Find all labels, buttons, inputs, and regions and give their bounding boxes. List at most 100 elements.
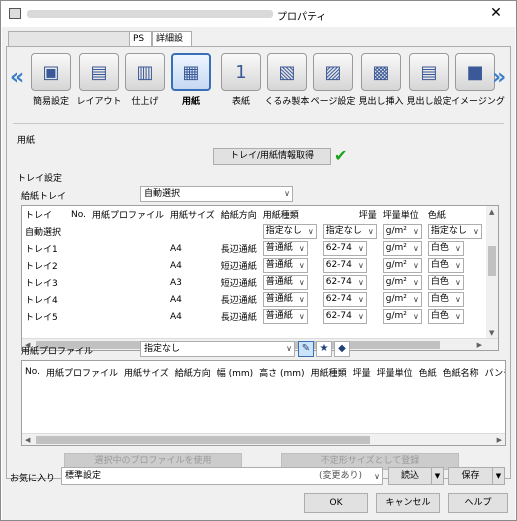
- scroll-right-small-icon[interactable]: ▶: [477, 341, 482, 349]
- cancel-button[interactable]: キャンセル: [376, 493, 440, 513]
- tray-weight-select[interactable]: 62-74: [322, 275, 367, 290]
- category-paper[interactable]: ▦ 用紙: [167, 53, 215, 107]
- tray-weight-select[interactable]: 62-74: [322, 258, 367, 273]
- tray-column-header[interactable]: 用紙プロファイル: [89, 206, 167, 223]
- tray-type-select[interactable]: 普通紙: [262, 275, 308, 290]
- tray-cell-unit[interactable]: g/m²: [380, 240, 425, 257]
- tray-cell-weight[interactable]: 62-74: [320, 240, 380, 257]
- tray-type-select[interactable]: 普通紙: [262, 258, 308, 273]
- tray-cell-color[interactable]: 白色: [425, 240, 485, 257]
- tray-cell-weight[interactable]: 62-74: [320, 291, 380, 308]
- profile-column-header[interactable]: パンチ穴: [482, 361, 505, 383]
- tray-unit-select[interactable]: g/m²: [382, 241, 422, 256]
- category-quick-setup[interactable]: ▣ 簡易設定: [27, 53, 75, 107]
- tray-cell-type[interactable]: 普通紙: [260, 308, 320, 325]
- profile-column-header[interactable]: 色紙: [416, 361, 440, 383]
- tray-cell-color[interactable]: 白色: [425, 274, 485, 291]
- tray-color-select[interactable]: 指定なし: [427, 224, 482, 239]
- get-tray-info-button[interactable]: トレイ/用紙情報取得: [213, 148, 331, 165]
- profile-column-header[interactable]: 色紙名称: [440, 361, 482, 383]
- tab-ps[interactable]: PS: [130, 31, 152, 47]
- tray-row[interactable]: トレイ5 A4 長辺通紙普通紙 62-74 g/m² 白色: [22, 308, 498, 325]
- scroll-left-small-icon[interactable]: ◀: [25, 436, 30, 444]
- tray-cell-color[interactable]: 白色: [425, 291, 485, 308]
- help-button[interactable]: ヘルプ: [448, 493, 508, 513]
- category-layout[interactable]: ▤ レイアウト: [75, 53, 123, 107]
- tray-cell-weight[interactable]: 62-74: [320, 257, 380, 274]
- feed-tray-select[interactable]: 自動選択 ∨: [140, 186, 293, 202]
- tray-cell-unit[interactable]: g/m²: [380, 308, 425, 325]
- profile-column-header[interactable]: 用紙プロファイル: [43, 361, 121, 383]
- profile-horizontal-scrollbar[interactable]: ◀ ▶: [22, 433, 505, 445]
- star-icon[interactable]: ★: [316, 341, 332, 357]
- tray-unit-select[interactable]: g/m²: [382, 309, 422, 324]
- tab-redacted[interactable]: [8, 31, 130, 47]
- edit-profile-icon[interactable]: ✎: [298, 341, 314, 357]
- save-button[interactable]: 保存: [448, 467, 493, 485]
- profile-column-header[interactable]: 坪量: [350, 361, 374, 383]
- tray-column-header[interactable]: 給紙方向: [218, 206, 260, 223]
- tray-type-select[interactable]: 普通紙: [262, 292, 308, 307]
- profile-column-header[interactable]: 用紙サイズ: [121, 361, 172, 383]
- tray-column-header[interactable]: No.: [68, 206, 89, 223]
- profile-column-header[interactable]: 坪量単位: [374, 361, 416, 383]
- tray-color-select[interactable]: 白色: [427, 258, 464, 273]
- tray-row[interactable]: トレイ1 A4 長辺通紙普通紙 62-74 g/m² 白色: [22, 240, 498, 257]
- tray-weight-select[interactable]: 62-74: [322, 292, 367, 307]
- tray-type-select[interactable]: 指定なし: [262, 224, 317, 239]
- tray-row[interactable]: トレイ3 A3 短辺通紙普通紙 62-74 g/m² 白色: [22, 274, 498, 291]
- tray-column-header[interactable]: 色紙: [425, 206, 485, 223]
- category-cover[interactable]: 1 表紙: [217, 53, 265, 107]
- scroll-left-icon[interactable]: «: [10, 65, 24, 90]
- tray-row[interactable]: 自動選択指定なし指定なしg/m²指定なし: [22, 223, 498, 240]
- tray-cell-weight[interactable]: 62-74: [320, 308, 380, 325]
- tray-column-header[interactable]: 坪量: [320, 206, 380, 223]
- category-page-setting[interactable]: ▨ ページ設定: [309, 53, 357, 107]
- tray-cell-type[interactable]: 普通紙: [260, 240, 320, 257]
- scroll-thumb[interactable]: [488, 246, 496, 276]
- tray-weight-select[interactable]: 62-74: [322, 241, 367, 256]
- ok-button[interactable]: OK: [304, 493, 368, 513]
- tray-cell-unit[interactable]: g/m²: [380, 257, 425, 274]
- scroll-down-icon[interactable]: ▼: [489, 329, 494, 337]
- tray-vertical-scrollbar[interactable]: ▲ ▼: [486, 206, 498, 339]
- tray-cell-color[interactable]: 指定なし: [425, 223, 485, 240]
- tray-color-select[interactable]: 白色: [427, 241, 464, 256]
- load-button[interactable]: 読込: [388, 467, 432, 485]
- tray-weight-select[interactable]: 指定なし: [322, 224, 377, 239]
- scroll-up-icon[interactable]: ▲: [489, 208, 494, 216]
- tray-unit-select[interactable]: g/m²: [382, 275, 422, 290]
- tray-cell-unit[interactable]: g/m²: [380, 291, 425, 308]
- tray-cell-unit[interactable]: g/m²: [380, 274, 425, 291]
- tray-weight-select[interactable]: 62-74: [322, 309, 367, 324]
- tray-type-select[interactable]: 普通紙: [262, 241, 308, 256]
- category-tab-insert[interactable]: ▩ 見出し挿入: [357, 53, 405, 107]
- tray-color-select[interactable]: 白色: [427, 275, 464, 290]
- profile-column-header[interactable]: No.: [22, 361, 43, 383]
- tray-unit-select[interactable]: g/m²: [382, 258, 422, 273]
- scroll-right-small-icon[interactable]: ▶: [497, 436, 502, 444]
- tray-cell-type[interactable]: 普通紙: [260, 257, 320, 274]
- category-finishing[interactable]: ▥ 仕上げ: [121, 53, 169, 107]
- load-dropdown-icon[interactable]: ▼: [431, 467, 444, 485]
- tray-column-header[interactable]: 用紙種類: [260, 206, 320, 223]
- tray-cell-weight[interactable]: 62-74: [320, 274, 380, 291]
- tray-row[interactable]: トレイ2 A4 短辺通紙普通紙 62-74 g/m² 白色: [22, 257, 498, 274]
- tray-unit-select[interactable]: g/m²: [382, 224, 422, 239]
- tag-icon[interactable]: ◆: [334, 341, 350, 357]
- tray-type-select[interactable]: 普通紙: [262, 309, 308, 324]
- tray-color-select[interactable]: 白色: [427, 292, 464, 307]
- tray-cell-color[interactable]: 白色: [425, 308, 485, 325]
- tray-cell-color[interactable]: 白色: [425, 257, 485, 274]
- tray-row[interactable]: トレイ4 A4 長辺通紙普通紙 62-74 g/m² 白色: [22, 291, 498, 308]
- save-dropdown-icon[interactable]: ▼: [492, 467, 505, 485]
- tab-advanced[interactable]: 詳細設定: [152, 31, 192, 58]
- category-perfect-binding[interactable]: ▧ くるみ製本: [263, 53, 311, 107]
- favorites-select[interactable]: 標準設定 (変更あり) ∨: [61, 467, 383, 485]
- tray-column-header[interactable]: 用紙サイズ: [167, 206, 218, 223]
- tray-cell-type[interactable]: 普通紙: [260, 274, 320, 291]
- tray-cell-type[interactable]: 普通紙: [260, 291, 320, 308]
- profile-filter-select[interactable]: 指定なし ∨: [140, 341, 295, 357]
- scroll-right-icon[interactable]: »: [492, 65, 506, 90]
- profile-column-header[interactable]: 幅 (mm): [214, 361, 256, 383]
